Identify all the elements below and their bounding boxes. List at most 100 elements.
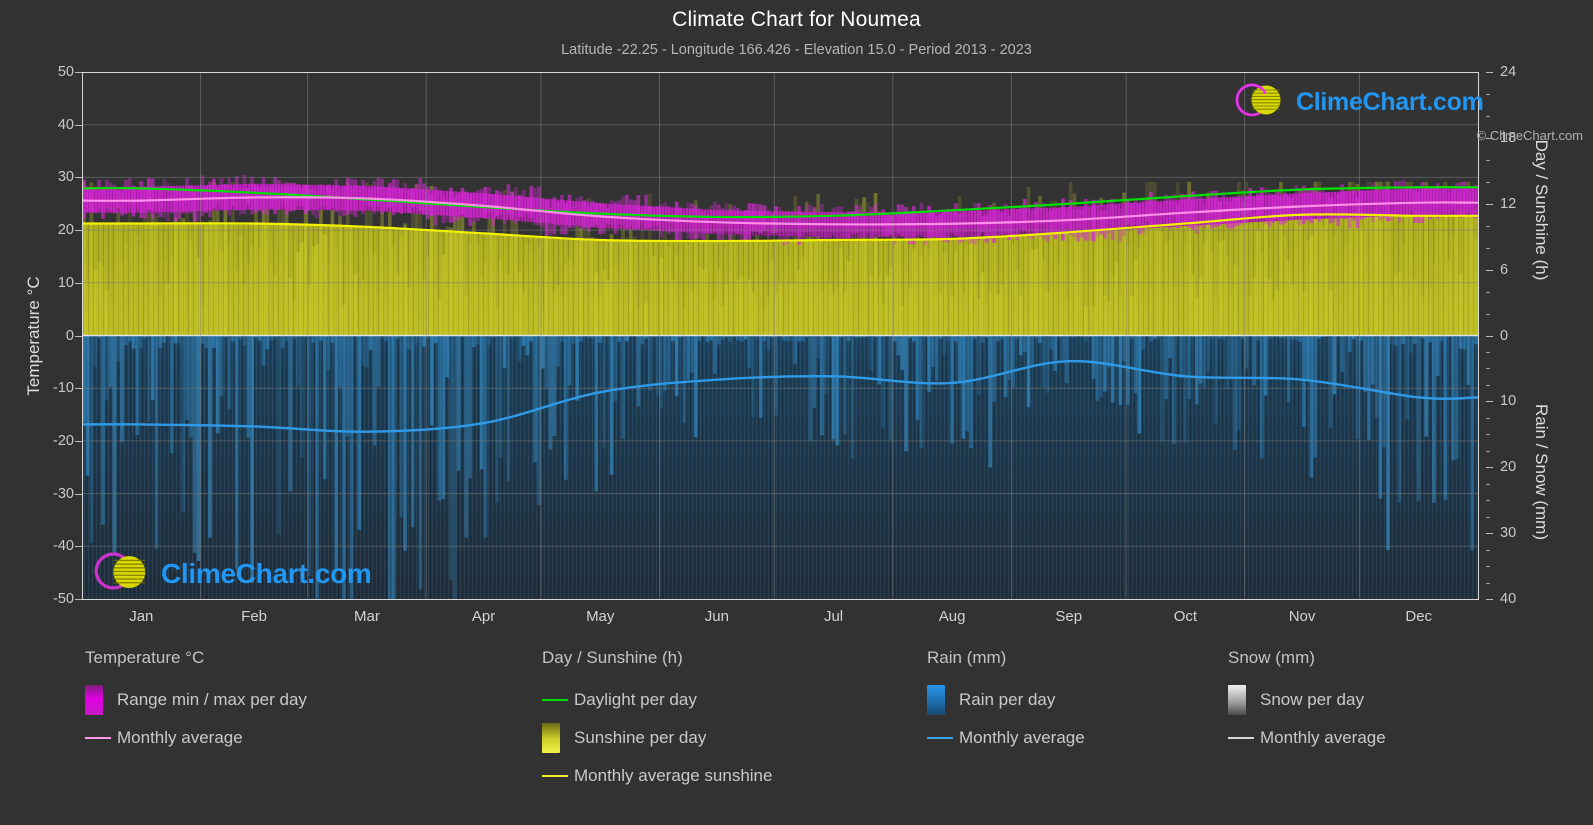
- page-subtitle: Latitude -22.25 - Longitude 166.426 - El…: [561, 42, 1032, 58]
- legend-item-label: Daylight per day: [574, 690, 697, 709]
- y-axis-right-hours-label: 12: [1500, 195, 1517, 212]
- y-axis-right-minor-tick: [1486, 181, 1490, 183]
- legend-line-marker: [85, 737, 111, 739]
- y-axis-tick-mark: [75, 599, 82, 600]
- axis-right-spine: [1478, 72, 1479, 600]
- chart-canvas: [82, 72, 1478, 599]
- y-axis-tick-mark: [75, 282, 82, 284]
- y-axis-right-minor-tick: [1486, 115, 1490, 117]
- y-axis-right-tick-mark: [1486, 533, 1493, 535]
- y-axis-right-minor-tick: [1486, 516, 1490, 518]
- legend-item[interactable]: Daylight per day: [542, 681, 772, 719]
- x-axis-tick-label: Jul: [823, 608, 844, 625]
- x-axis-tick-label: Apr: [471, 608, 496, 625]
- x-axis-tick-label: Sep: [1055, 608, 1083, 625]
- y-axis-right-minor-tick: [1486, 582, 1490, 584]
- y-axis-tick-label: 50: [57, 64, 74, 80]
- y-axis-right-minor-tick: [1486, 549, 1490, 551]
- y-axis-right-minor-tick: [1486, 500, 1490, 502]
- legend-item-label: Monthly average: [1260, 728, 1386, 747]
- y-axis-right-bottom-title: Rain / Snow (mm): [1532, 403, 1551, 541]
- legend-line-marker: [927, 737, 953, 739]
- legend-item-label: Snow per day: [1260, 690, 1364, 709]
- y-axis-right-minor-tick: [1486, 93, 1490, 95]
- y-axis-tick-mark: [75, 72, 82, 73]
- y-axis-tick-mark: [75, 546, 82, 548]
- axis-top-spine: [82, 72, 1479, 73]
- legend-group-title: Rain (mm): [927, 648, 1007, 667]
- y-axis-right-minor-tick: [1486, 313, 1490, 315]
- legend-line-marker: [1228, 737, 1254, 739]
- legend-swatch: [1228, 685, 1246, 715]
- x-axis-tick-label: Jan: [129, 608, 154, 625]
- y-axis-tick-mark: [75, 388, 82, 390]
- legend-item-label: Monthly average: [117, 728, 243, 747]
- y-axis-right-tick-mark: [1486, 467, 1493, 469]
- y-axis-tick-mark: [75, 493, 82, 495]
- x-axis-tick-label: Dec: [1405, 608, 1433, 625]
- y-axis-right-tick-mark: [1486, 335, 1493, 337]
- y-axis-right-minor-tick: [1486, 159, 1490, 161]
- y-axis-right-minor-tick: [1486, 351, 1490, 353]
- y-axis-left-title: Temperature °C: [24, 276, 43, 396]
- legend-item[interactable]: Monthly average: [927, 719, 1085, 757]
- y-axis-right-minor-tick: [1486, 417, 1490, 419]
- y-axis-tick-label: 30: [57, 169, 74, 186]
- x-axis-tick-label: Nov: [1288, 608, 1316, 625]
- legend-item[interactable]: Snow per day: [1228, 681, 1386, 719]
- legend-item[interactable]: Monthly average: [85, 719, 307, 757]
- legend-group: Temperature °C Range min / max per day Mon…: [85, 648, 307, 757]
- y-axis-right-minor-tick: [1486, 225, 1490, 227]
- x-axis-tick-label: Feb: [241, 608, 268, 625]
- y-axis-right-mm-label: 20: [1500, 459, 1517, 476]
- y-axis-tick-mark: [75, 230, 82, 232]
- logo-top-right: ClimeChart.com: [1232, 80, 1484, 125]
- legend-item[interactable]: Range min / max per day: [85, 681, 307, 719]
- y-axis-tick-mark: [75, 177, 82, 179]
- y-axis-right-tick-mark: [1486, 401, 1493, 403]
- legend-group: Snow (mm) Snow per day Monthly average: [1228, 648, 1386, 757]
- y-axis-right-hours-label: 24: [1500, 64, 1517, 80]
- legend-item[interactable]: Sunshine per day: [542, 719, 772, 757]
- y-axis-right-tick-mark: [1486, 203, 1493, 205]
- y-axis-tick-label: 10: [57, 274, 74, 291]
- legend-item[interactable]: Monthly average sunshine: [542, 757, 772, 795]
- legend-swatch: [927, 685, 945, 715]
- y-axis-right-mm-label: 40: [1500, 591, 1517, 607]
- y-axis-right-hours-label: 0: [1500, 327, 1509, 344]
- legend-item-label: Range min / max per day: [117, 690, 307, 709]
- legend-group: Day / Sunshine (h) Daylight per day Sunshi…: [542, 648, 772, 795]
- legend-item-label: Monthly average: [959, 728, 1085, 747]
- legend-group-title: Temperature °C: [85, 648, 205, 667]
- climate-chart-page: Climate Chart for Noumea Latitude -22.25…: [0, 0, 1593, 825]
- x-axis-tick-label: May: [586, 608, 615, 625]
- legend-item[interactable]: Monthly average: [1228, 719, 1386, 757]
- legend-swatch: [542, 723, 560, 753]
- y-axis-tick-label: -50: [53, 591, 74, 607]
- x-axis-tick-label: Mar: [354, 608, 380, 625]
- climechart-watermark-icon: [92, 548, 158, 599]
- climechart-logo-icon: [1232, 80, 1294, 125]
- x-axis-tick-label: Oct: [1173, 608, 1198, 625]
- legend-line-marker: [542, 699, 568, 701]
- y-axis-right-minor-tick: [1486, 450, 1490, 452]
- legend-swatch: [85, 685, 103, 715]
- y-axis-right-mm-label: 30: [1500, 525, 1517, 542]
- y-axis-tick-label: -30: [53, 485, 74, 502]
- logo-watermark-text: ClimeChart.com: [161, 557, 372, 589]
- logo-top-right-text: ClimeChart.com: [1296, 88, 1484, 116]
- copyright-text: © ClimeChart.com: [1476, 128, 1583, 143]
- legend-line-marker: [542, 775, 568, 777]
- y-axis-tick-mark: [75, 335, 82, 337]
- y-axis-tick-mark: [75, 124, 82, 126]
- y-axis-tick-label: -20: [53, 432, 74, 449]
- y-axis-right-minor-tick: [1486, 368, 1490, 370]
- legend-item-label: Sunshine per day: [574, 728, 707, 747]
- page-title: Climate Chart for Noumea: [672, 8, 921, 31]
- y-axis-right-minor-tick: [1486, 247, 1490, 249]
- legend-item[interactable]: Rain per day: [927, 681, 1085, 719]
- legend-group-title: Snow (mm): [1228, 648, 1315, 667]
- y-axis-right-mm-label: 10: [1500, 393, 1517, 410]
- legend-group-title: Day / Sunshine (h): [542, 648, 683, 667]
- axis-left-spine: [82, 72, 83, 600]
